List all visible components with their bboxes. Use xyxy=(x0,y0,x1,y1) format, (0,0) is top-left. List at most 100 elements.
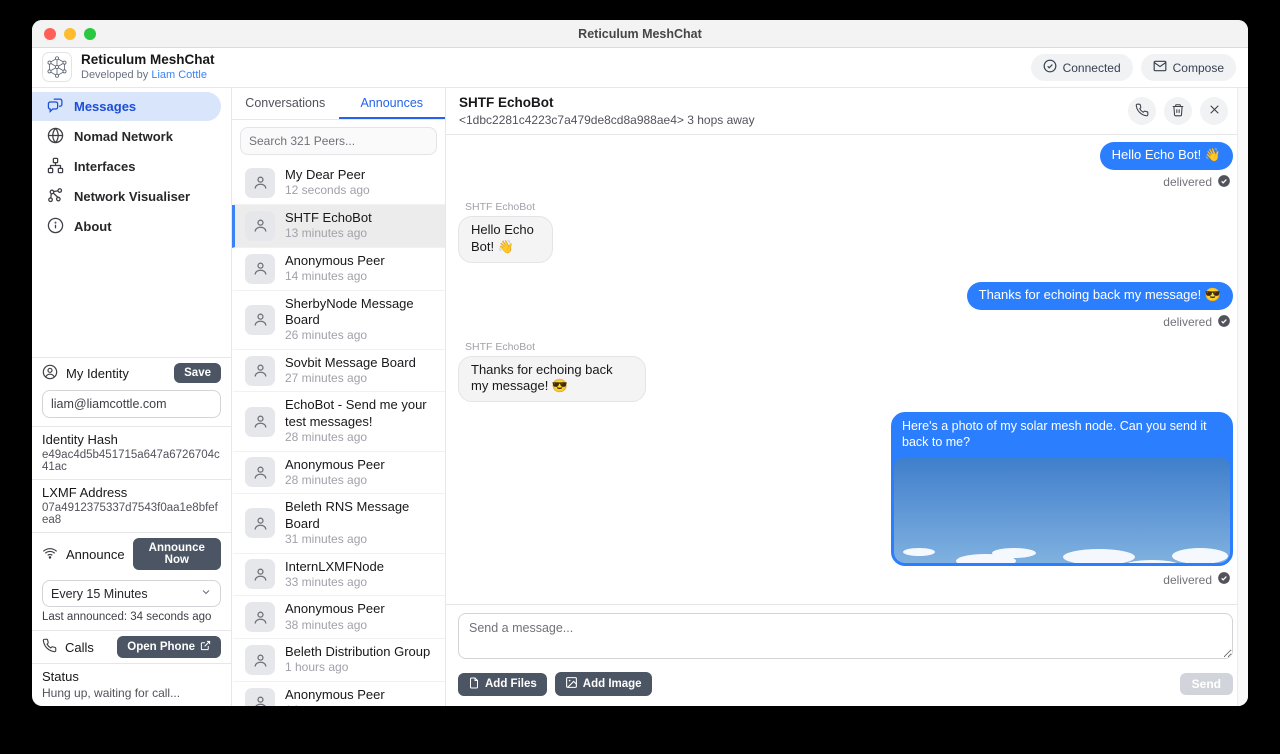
check-circle-icon xyxy=(1043,59,1057,76)
peer-list-item[interactable]: Beleth RNS Message Board 31 minutes ago xyxy=(232,494,445,553)
person-avatar-icon xyxy=(245,356,275,386)
delete-conversation-button[interactable] xyxy=(1164,97,1192,125)
call-peer-button[interactable] xyxy=(1128,97,1156,125)
delivered-check-icon xyxy=(1217,314,1231,331)
app-window: Reticulum MeshChat Reticulum MeshChat De… xyxy=(32,20,1248,706)
close-icon xyxy=(1208,103,1221,119)
peer-list-item[interactable]: Beleth Distribution Group 1 hours ago xyxy=(232,639,445,682)
my-identity-label: My Identity xyxy=(66,366,166,381)
peer-name: Anonymous Peer xyxy=(285,601,385,617)
titlebar: Reticulum MeshChat xyxy=(32,20,1248,48)
person-avatar-icon xyxy=(245,211,275,241)
peer-name: Anonymous Peer xyxy=(285,457,385,473)
delivered-label: delivered xyxy=(1163,573,1212,587)
sidebar-item-nomad-network[interactable]: Nomad Network xyxy=(32,122,221,151)
open-phone-button[interactable]: Open Phone xyxy=(117,636,221,658)
status-value: Hung up, waiting for call... xyxy=(42,686,221,700)
minimize-window-button[interactable] xyxy=(64,28,76,40)
photo-caption: Here's a photo of my solar mesh node. Ca… xyxy=(894,415,1230,456)
graph-icon xyxy=(47,187,64,207)
save-button[interactable]: Save xyxy=(174,363,221,383)
developed-by-line: Developed by Liam Cottle xyxy=(81,68,215,82)
calls-label: Calls xyxy=(65,640,109,655)
peer-list-item[interactable]: My Dear Peer 12 seconds ago xyxy=(232,162,445,205)
peer-list-item[interactable]: Anonymous Peer 14 minutes ago xyxy=(232,248,445,291)
peer-name: Anonymous Peer xyxy=(285,253,385,269)
fullscreen-window-button[interactable] xyxy=(84,28,96,40)
send-button[interactable]: Send xyxy=(1180,673,1233,695)
sidebar-item-label: Messages xyxy=(74,99,136,114)
message-bubble-photo[interactable]: Here's a photo of my solar mesh node. Ca… xyxy=(891,412,1233,566)
sidebar-item-interfaces[interactable]: Interfaces xyxy=(32,152,221,181)
message-list[interactable]: Hello Echo Bot! 👋 delivered SHTF EchoBot… xyxy=(446,135,1237,604)
identity-panel: My Identity Save Identity Hash e49ac4d5b… xyxy=(32,357,231,706)
chat-scrollbar[interactable] xyxy=(1237,88,1248,706)
delivered-label: delivered xyxy=(1163,175,1212,189)
announce-interval-select[interactable]: Every 15 Minutes xyxy=(42,580,221,607)
peer-list-item[interactable]: InternLXMFNode 33 minutes ago xyxy=(232,554,445,597)
compose-button[interactable]: Compose xyxy=(1141,54,1236,81)
peer-list-item[interactable]: SHTF EchoBot 13 minutes ago xyxy=(232,205,445,248)
chat-header: SHTF EchoBot <1dbc2281c4223c7a479de8cd8a… xyxy=(446,88,1237,135)
message-bubble-incoming: Hello Echo Bot! 👋 xyxy=(458,216,553,263)
lxmf-address-value: 07a4912375337d7543f0aa1e8bfefea8 xyxy=(42,502,221,526)
file-icon xyxy=(468,677,480,692)
brand: Reticulum MeshChat Developed by Liam Cot… xyxy=(42,52,215,82)
peer-list-item[interactable]: Sovbit Message Board 27 minutes ago xyxy=(232,350,445,393)
sidebar-item-about[interactable]: About xyxy=(32,212,221,241)
peer-name: SHTF EchoBot xyxy=(285,210,372,226)
peers-panel: Conversations Announces My Dear Peer 12 … xyxy=(232,88,446,706)
announce-now-button[interactable]: Announce Now xyxy=(133,538,221,570)
add-files-button[interactable]: Add Files xyxy=(458,673,547,696)
message-input[interactable] xyxy=(458,613,1233,659)
message-bubble-outgoing: Thanks for echoing back my message! 😎 xyxy=(967,282,1233,310)
person-avatar-icon xyxy=(245,602,275,632)
app-header: Reticulum MeshChat Developed by Liam Cot… xyxy=(32,48,1248,88)
delivered-check-icon xyxy=(1217,571,1231,588)
search-peers-input[interactable] xyxy=(240,127,437,155)
tab-announces[interactable]: Announces xyxy=(339,88,446,119)
developer-link[interactable]: Liam Cottle xyxy=(151,69,207,81)
person-avatar-icon xyxy=(245,645,275,675)
announce-label: Announce xyxy=(66,547,125,562)
person-avatar-icon xyxy=(245,559,275,589)
compose-label: Compose xyxy=(1173,61,1224,75)
sidebar-item-messages[interactable]: Messages xyxy=(32,92,221,121)
message-sender-label: SHTF EchoBot xyxy=(465,201,535,213)
peer-name: EchoBot - Send me your test messages! xyxy=(285,397,435,430)
add-image-button[interactable]: Add Image xyxy=(555,672,652,696)
message-sender-label: SHTF EchoBot xyxy=(465,341,535,353)
developed-by-text: Developed by xyxy=(81,69,148,81)
peer-list-item[interactable]: EchoBot - Send me your test messages! 28… xyxy=(232,392,445,451)
tab-conversations[interactable]: Conversations xyxy=(232,88,339,119)
person-circle-icon xyxy=(42,364,58,383)
external-link-icon xyxy=(200,640,211,654)
app-name: Reticulum MeshChat xyxy=(81,52,215,68)
peer-name: Anonymous Peer xyxy=(285,687,385,703)
add-files-label: Add Files xyxy=(485,678,537,690)
display-name-input[interactable] xyxy=(42,390,221,418)
peer-announce-time: 14 minutes ago xyxy=(285,269,385,285)
peer-list-item[interactable]: Anonymous Peer 38 minutes ago xyxy=(232,596,445,639)
peer-list[interactable]: My Dear Peer 12 seconds ago SHTF EchoBot… xyxy=(232,162,445,706)
photo-solar-mesh-node[interactable] xyxy=(894,457,1230,566)
peer-list-item[interactable]: Anonymous Peer 28 minutes ago xyxy=(232,452,445,495)
delivery-status: delivered xyxy=(1163,571,1231,588)
close-chat-button[interactable] xyxy=(1200,97,1228,125)
peer-announce-time: 12 seconds ago xyxy=(285,183,370,199)
info-icon xyxy=(47,217,64,237)
peer-announce-time: 33 minutes ago xyxy=(285,575,384,591)
sidebar-item-network-visualiser[interactable]: Network Visualiser xyxy=(32,182,221,211)
peer-list-item[interactable]: SherbyNode Message Board 26 minutes ago xyxy=(232,291,445,350)
add-image-label: Add Image xyxy=(583,678,642,690)
close-window-button[interactable] xyxy=(44,28,56,40)
identity-hash-label: Identity Hash xyxy=(42,432,221,447)
lxmf-address-label: LXMF Address xyxy=(42,485,221,500)
person-avatar-icon xyxy=(245,305,275,335)
peer-announce-time: 28 minutes ago xyxy=(285,430,435,446)
peer-announce-time: 1 hours ago xyxy=(285,660,430,676)
chat-peer-address: <1dbc2281c4223c7a479de8cd8a988ae4> 3 hop… xyxy=(459,113,755,127)
phone-icon xyxy=(1135,103,1149,120)
peer-list-item[interactable]: Anonymous Peer 1 hours ago xyxy=(232,682,445,706)
globe-icon xyxy=(47,127,64,147)
